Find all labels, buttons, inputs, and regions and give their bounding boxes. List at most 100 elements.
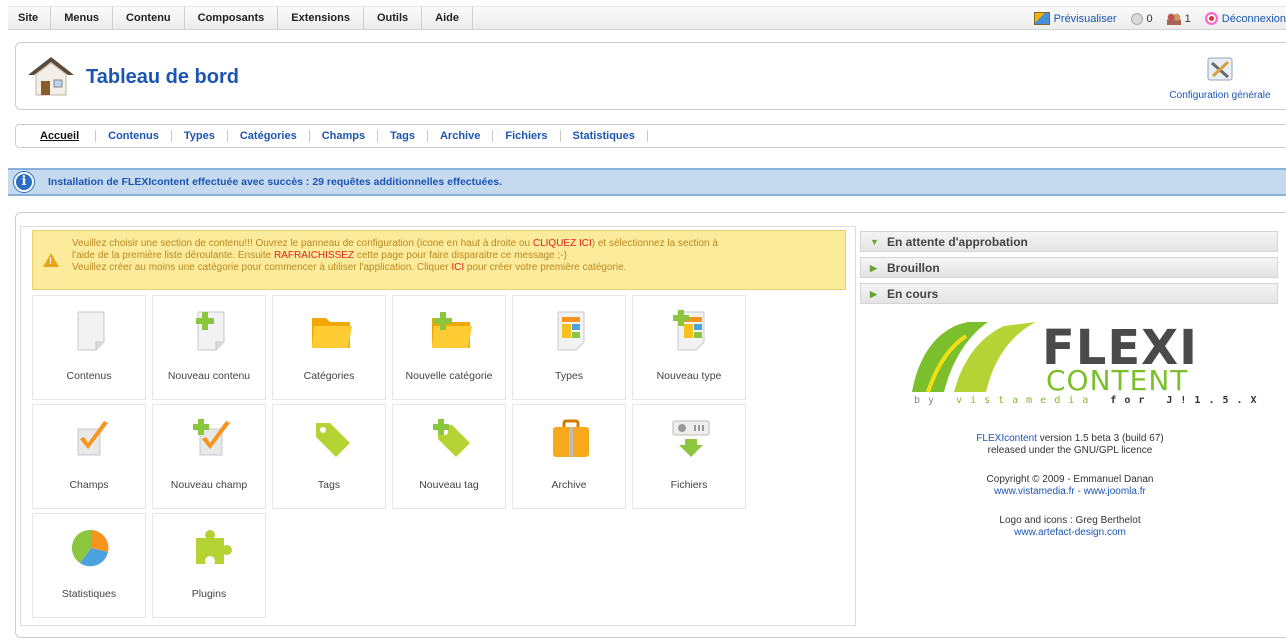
config-label: Configuration générale xyxy=(1169,90,1271,101)
chevron-right-icon: ▶ xyxy=(870,263,877,273)
puzzle-icon xyxy=(196,530,232,564)
tagline-vistamedia: vistamedia xyxy=(956,395,1097,406)
tab-categories[interactable]: Catégories xyxy=(228,130,310,142)
tile-label: Nouveau type xyxy=(656,370,722,382)
warning-text: Veuillez choisir une section de contenu!… xyxy=(72,238,835,274)
archive-box-icon xyxy=(553,419,589,457)
quickicon-categories[interactable]: Catégories xyxy=(272,295,386,400)
folder-icon xyxy=(312,318,352,348)
warning-icon: ! xyxy=(43,253,59,267)
menu-contenu[interactable]: Contenu xyxy=(113,7,185,30)
checkmark-icon xyxy=(77,421,108,456)
tagline-for: for xyxy=(1096,395,1167,406)
tab-champs[interactable]: Champs xyxy=(310,130,379,142)
warning-line3-end: pour créer votre première catégorie. xyxy=(464,262,627,273)
general-config-button[interactable]: Configuration générale xyxy=(1160,55,1280,101)
logout-icon xyxy=(1204,12,1218,25)
info-icon: i xyxy=(14,172,34,192)
tile-label: Fichiers xyxy=(670,479,708,491)
refresh-link[interactable]: RAFRAICHISSEZ xyxy=(274,250,354,261)
tile-label: Contenus xyxy=(66,370,112,382)
menu-composants[interactable]: Composants xyxy=(185,7,279,30)
warning-line1: Veuillez choisir une section de contenu!… xyxy=(72,238,533,249)
logo-credit-text: Logo and icons : Greg Berthelot xyxy=(999,515,1141,526)
vistamedia-link[interactable]: www.vistamedia.fr xyxy=(994,486,1075,497)
license-text: released under the GNU/GPL licence xyxy=(987,445,1153,456)
config-icon xyxy=(1207,57,1233,81)
preview-link[interactable]: Prévisualiser xyxy=(1033,12,1117,25)
users-count: 1 xyxy=(1184,12,1191,25)
menu-menus[interactable]: Menus xyxy=(51,7,114,30)
preview-icon xyxy=(1033,12,1050,25)
warning-line2-end: cette page pour faire disparaitre ce mes… xyxy=(354,250,567,261)
quickicon-tags[interactable]: Tags xyxy=(272,404,386,509)
tile-label: Nouveau contenu xyxy=(167,370,251,382)
panel-label: Brouillon xyxy=(887,261,940,275)
tagline-by: by xyxy=(914,395,957,406)
pie-chart-icon xyxy=(71,529,109,567)
quickicon-new-content[interactable]: Nouveau contenu xyxy=(152,295,266,400)
menu-aide[interactable]: Aide xyxy=(422,7,473,30)
quickicon-plugins[interactable]: Plugins xyxy=(152,513,266,618)
new-folder-icon xyxy=(432,312,472,348)
warning-line3: Veuillez créer au moins une catégorie po… xyxy=(72,262,452,273)
logout-label: Déconnexion xyxy=(1221,12,1286,25)
quickicon-new-tag[interactable]: Nouveau tag xyxy=(392,404,506,509)
quickicon-statistics[interactable]: Statistiques xyxy=(32,513,146,618)
messages-count: 0 xyxy=(1146,12,1153,25)
joomla-link[interactable]: www.joomla.fr xyxy=(1084,486,1146,497)
logo-credits: Logo and icons : Greg Berthelot www.arte… xyxy=(930,515,1210,539)
artefact-link[interactable]: www.artefact-design.com xyxy=(930,527,1210,539)
new-document-icon xyxy=(196,311,225,351)
quickicon-types[interactable]: Types xyxy=(512,295,626,400)
top-menu-bar: Site Menus Contenu Composants Extensions… xyxy=(8,6,1286,30)
page-header: Tableau de bord Configuration générale xyxy=(15,42,1286,110)
quickicon-contenus[interactable]: Contenus xyxy=(32,295,146,400)
quickicon-champs[interactable]: Champs xyxy=(32,404,146,509)
logo-tagline: by vistamedia for J!1.5.X xyxy=(914,395,1265,406)
quickicon-new-category[interactable]: Nouvelle catégorie xyxy=(392,295,506,400)
tile-label: Tags xyxy=(317,479,341,491)
menu-extensions[interactable]: Extensions xyxy=(278,7,364,30)
panel-in-progress[interactable]: ▶ En cours xyxy=(860,283,1278,304)
panel-label: En attente d'approbation xyxy=(887,235,1028,249)
main-menu: Site Menus Contenu Composants Extensions… xyxy=(8,7,473,30)
tab-statistiques[interactable]: Statistiques xyxy=(561,130,648,142)
flexicontent-f-mark-icon xyxy=(912,322,1036,393)
tab-contenus[interactable]: Contenus xyxy=(96,130,172,142)
new-checkmark-icon xyxy=(193,419,230,456)
tab-fichiers[interactable]: Fichiers xyxy=(493,130,561,142)
tab-types[interactable]: Types xyxy=(172,130,228,142)
tile-label: Nouvelle catégorie xyxy=(405,370,493,382)
tile-label: Champs xyxy=(69,479,109,491)
tab-accueil[interactable]: Accueil xyxy=(16,130,97,142)
panel-draft[interactable]: ▶ Brouillon xyxy=(860,257,1278,278)
quickicon-new-field[interactable]: Nouveau champ xyxy=(152,404,266,509)
logo-word-content: CONTENT xyxy=(1046,364,1189,397)
menu-site[interactable]: Site xyxy=(8,7,52,30)
quickicon-new-type[interactable]: Nouveau type xyxy=(632,295,746,400)
users-indicator[interactable]: 1 xyxy=(1166,12,1191,25)
files-download-icon xyxy=(672,420,710,457)
document-icon xyxy=(77,311,105,351)
status-area: Prévisualiser 0 1 Déconnexion xyxy=(1033,7,1286,30)
tab-archive[interactable]: Archive xyxy=(428,130,494,142)
info-message: i Installation de FLEXIcontent effectuée… xyxy=(8,168,1286,196)
version-info: FLEXIcontent version 1.5 beta 3 (build 6… xyxy=(930,433,1210,457)
preview-label: Prévisualiser xyxy=(1053,12,1117,25)
panel-pending-approval[interactable]: ▼ En attente d'approbation xyxy=(860,231,1278,252)
quickicon-files[interactable]: Fichiers xyxy=(632,404,746,509)
product-link[interactable]: FLEXIcontent xyxy=(976,433,1037,444)
logout-link[interactable]: Déconnexion xyxy=(1204,12,1286,25)
tile-label: Statistiques xyxy=(61,588,117,600)
messages-indicator[interactable]: 0 xyxy=(1130,12,1153,25)
click-here-link[interactable]: CLIQUEZ ICI xyxy=(533,238,592,249)
menu-outils[interactable]: Outils xyxy=(364,7,423,30)
quickicon-archive[interactable]: Archive xyxy=(512,404,626,509)
new-type-icon xyxy=(673,310,705,351)
tile-label: Types xyxy=(554,370,583,382)
tab-tags[interactable]: Tags xyxy=(378,130,428,142)
warning-message: ! Veuillez choisir une section de conten… xyxy=(32,230,846,290)
messages-icon xyxy=(1130,12,1143,25)
create-category-link[interactable]: ICI xyxy=(451,262,464,273)
